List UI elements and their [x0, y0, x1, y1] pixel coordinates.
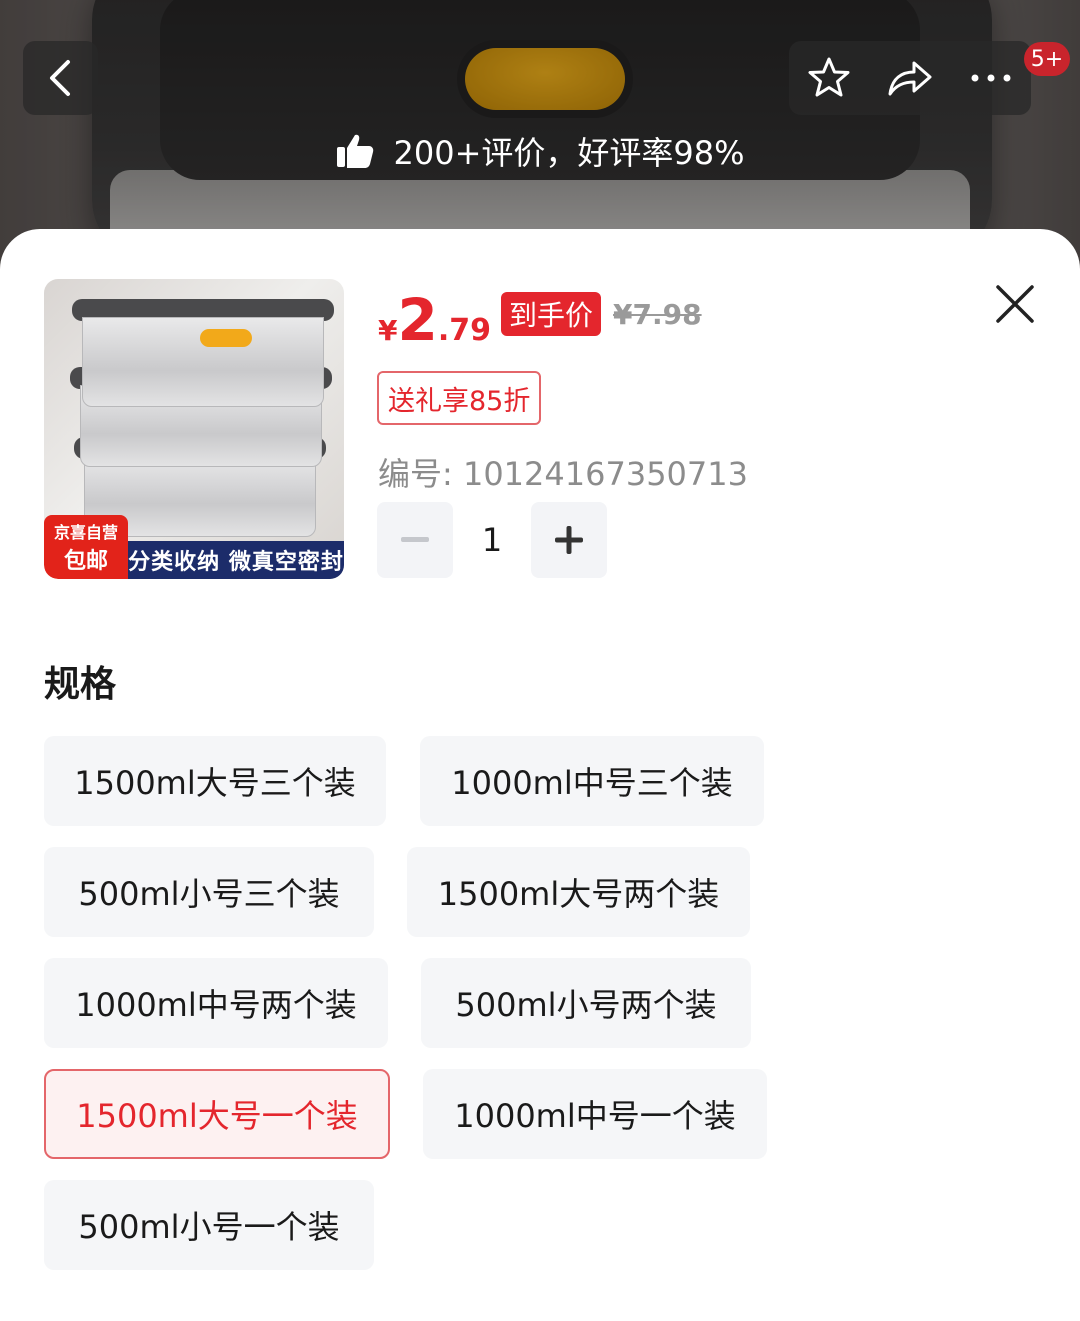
- price-row: ¥ 2 .79 到手价 ¥7.98: [378, 291, 702, 349]
- badge-bottom-text: 包邮: [63, 549, 108, 574]
- more-icon: [971, 74, 1011, 82]
- increase-button[interactable]: [531, 502, 607, 578]
- quantity-stepper: 1: [377, 502, 607, 578]
- more-button[interactable]: [961, 48, 1021, 108]
- spec-section-title: 规格: [44, 664, 117, 705]
- spec-option[interactable]: 500ml小号两个装: [421, 958, 751, 1048]
- spec-option[interactable]: 1500ml大号两个装: [407, 847, 750, 937]
- back-button[interactable]: [23, 41, 98, 115]
- rating-text: 200+评价，好评率98%: [393, 134, 745, 172]
- thumbnail-caption: 分类收纳 微真空密封: [128, 541, 344, 579]
- spec-option[interactable]: 500ml小号一个装: [44, 1180, 374, 1270]
- price-integer: 2: [397, 286, 438, 354]
- back-icon: [49, 60, 70, 96]
- original-price: ¥7.98: [613, 297, 702, 331]
- spec-option[interactable]: 1000ml中号三个装: [420, 736, 764, 826]
- plus-icon: [555, 526, 583, 554]
- badge-top-text: 京喜自营: [53, 523, 118, 542]
- minus-icon: [401, 537, 429, 542]
- thumbnail-badge: 京喜自营 包邮: [44, 515, 128, 579]
- quantity-value[interactable]: 1: [453, 521, 531, 559]
- favorite-button[interactable]: [799, 48, 859, 108]
- sku-selector-sheet: 分类收纳 微真空密封 京喜自营 包邮 ¥ 2 .79 到手价 ¥7.98 送礼享…: [0, 229, 1080, 1321]
- price-decimal: .79: [437, 313, 491, 348]
- container-box-1: [72, 299, 334, 407]
- spec-option-selected[interactable]: 1500ml大号一个装: [44, 1069, 390, 1159]
- spec-option[interactable]: 1000ml中号一个装: [423, 1069, 767, 1159]
- product-thumbnail[interactable]: 分类收纳 微真空密封 京喜自营 包邮: [44, 279, 344, 579]
- coupon-tag[interactable]: 送礼享85折: [377, 371, 542, 425]
- star-icon: [808, 57, 850, 97]
- share-icon: [888, 61, 932, 96]
- top-actions: [789, 41, 1031, 115]
- cart-count-badge: 5+: [1024, 42, 1070, 76]
- spec-option[interactable]: 1000ml中号两个装: [44, 958, 388, 1048]
- spec-option[interactable]: 500ml小号三个装: [44, 847, 374, 937]
- spec-option[interactable]: 1500ml大号三个装: [44, 736, 386, 826]
- final-price-tag: 到手价: [501, 292, 602, 336]
- share-button[interactable]: [880, 48, 940, 108]
- close-button[interactable]: [990, 279, 1040, 329]
- close-icon: [996, 285, 1034, 323]
- decrease-button[interactable]: [377, 502, 453, 578]
- rating-summary[interactable]: 200+评价，好评率98%: [0, 128, 1080, 174]
- sku-number: 编号: 10124167350713: [378, 455, 748, 493]
- thumbs-up-icon: [335, 131, 375, 171]
- price-currency: ¥: [378, 314, 398, 347]
